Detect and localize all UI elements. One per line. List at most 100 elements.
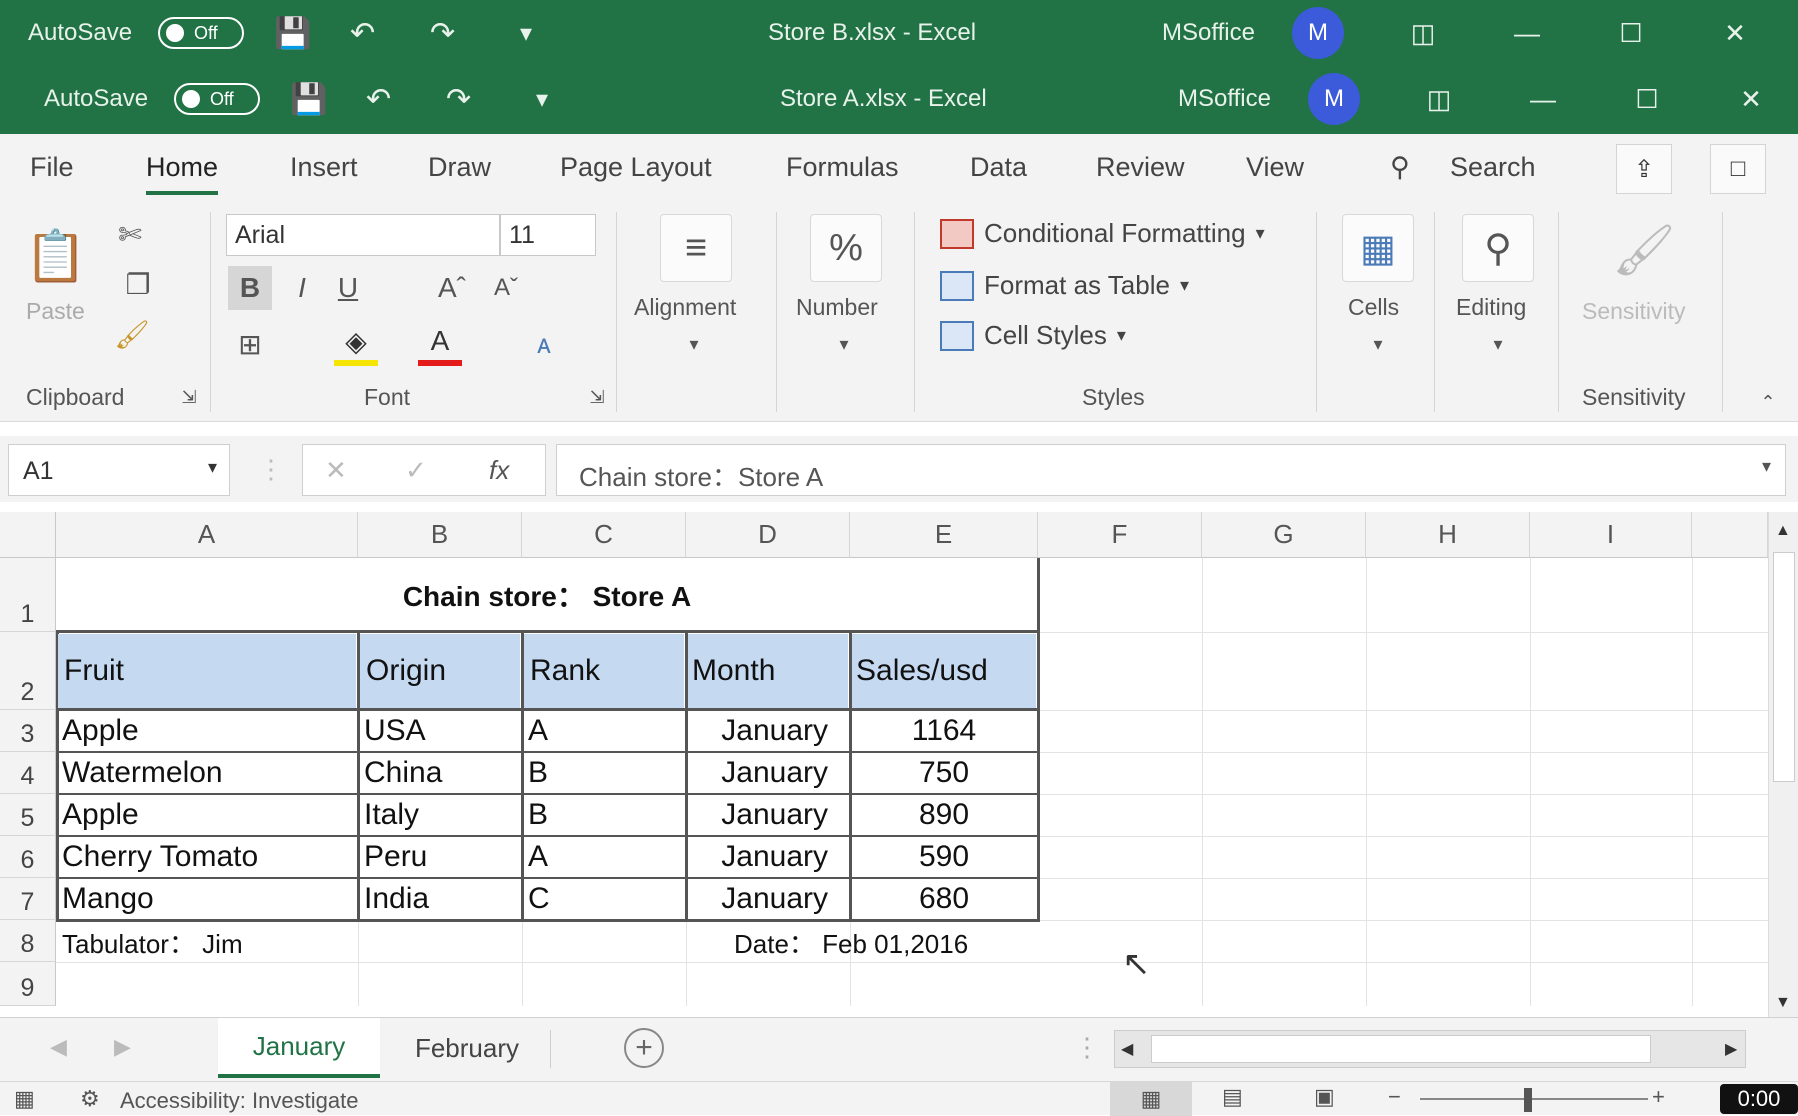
cell-a8-tabulator[interactable]: Tabulator： Jim [62, 922, 502, 962]
copy-icon[interactable]: ❐ [108, 264, 168, 304]
header-cell-sales[interactable]: Sales/usd [852, 634, 1036, 708]
tab-formulas[interactable]: Formulas [786, 152, 899, 183]
number-format-icon[interactable]: % [810, 214, 882, 282]
cell-e7[interactable]: 680 [852, 879, 1036, 919]
save-icon[interactable]: 💾 [290, 66, 327, 132]
back-window-titlebar[interactable]: AutoSave Off 💾 ↶ ↷ ▾ Store B.xlsx - Exce… [0, 0, 1798, 66]
format-painter-icon[interactable]: 🖌 [112, 314, 152, 354]
cell-b6[interactable]: Peru [364, 837, 520, 877]
cell-d6[interactable]: January [688, 837, 828, 877]
comments-icon[interactable]: □ [1710, 144, 1766, 194]
save-icon[interactable]: 💾 [274, 0, 311, 66]
cell-d4[interactable]: January [688, 753, 828, 793]
col-header-h[interactable]: H [1366, 512, 1530, 558]
tab-draw[interactable]: Draw [428, 152, 491, 183]
worksheet-grid[interactable]: A B C D E F G H I 1 2 3 4 5 6 7 8 9 Chai… [0, 512, 1798, 1017]
page-layout-view-icon[interactable]: ▤ [1222, 1084, 1243, 1110]
horizontal-scrollbar[interactable]: ◀ ▶ [1114, 1030, 1746, 1068]
row-header-5[interactable]: 5 [0, 794, 56, 836]
zoom-slider[interactable] [1420, 1098, 1648, 1100]
borders-icon[interactable]: ⊞ [228, 322, 272, 366]
conditional-formatting-button[interactable]: Conditional Formatting ▾ [940, 218, 1265, 249]
row-header-8[interactable]: 8 [0, 920, 56, 962]
editing-icon[interactable]: ⚲ [1462, 214, 1534, 282]
cell-b4[interactable]: China [364, 753, 520, 793]
macro-record-icon[interactable]: ▦ [14, 1086, 35, 1112]
col-header-e[interactable]: E [850, 512, 1038, 558]
maximize-button[interactable]: ☐ [1616, 18, 1646, 48]
accessibility-status[interactable]: Accessibility: Investigate [120, 1088, 358, 1114]
sheet-title-cell[interactable]: Chain store： Store A [56, 558, 1038, 632]
autosave-toggle[interactable]: Off [174, 83, 260, 115]
col-header-f[interactable]: F [1038, 512, 1202, 558]
cell-d5[interactable]: January [688, 795, 828, 835]
cell-e4[interactable]: 750 [852, 753, 1036, 793]
name-box[interactable]: A1 ▾ [8, 444, 230, 496]
sensitivity-label[interactable]: Sensitivity [1582, 298, 1686, 325]
horizontal-scroll-thumb[interactable] [1151, 1035, 1651, 1063]
cell-a3[interactable]: Apple [62, 711, 356, 751]
row-header-3[interactable]: 3 [0, 710, 56, 752]
front-window-titlebar[interactable]: AutoSave Off 💾 ↶ ↷ ▾ Store A.xlsx - Exce… [0, 66, 1798, 134]
underline-button[interactable]: U [328, 266, 368, 310]
minimize-button[interactable]: — [1512, 18, 1542, 48]
col-header-g[interactable]: G [1202, 512, 1366, 558]
col-header-b[interactable]: B [358, 512, 522, 558]
phonetic-icon[interactable]: ᴀ [522, 322, 566, 366]
cell-a7[interactable]: Mango [62, 879, 356, 919]
cancel-icon[interactable]: ✕ [325, 455, 347, 486]
font-launcher-icon[interactable]: ⇲ [586, 386, 608, 408]
cell-c5[interactable]: B [528, 795, 684, 835]
cells-label[interactable]: Cells [1348, 294, 1399, 321]
collapse-ribbon-icon[interactable]: ⌃ [1756, 390, 1780, 414]
add-sheet-button[interactable]: + [624, 1028, 664, 1068]
vertical-scroll-thumb[interactable] [1773, 552, 1795, 782]
cell-b3[interactable]: USA [364, 711, 520, 751]
cell-e5[interactable]: 890 [852, 795, 1036, 835]
search-box[interactable]: Search [1450, 152, 1536, 183]
header-cell-rank[interactable]: Rank [524, 634, 684, 708]
row-header-6[interactable]: 6 [0, 836, 56, 878]
cell-b7[interactable]: India [364, 879, 520, 919]
ribbon-display-icon[interactable]: ◫ [1408, 18, 1438, 48]
cell-d3[interactable]: January [688, 711, 828, 751]
cell-d7[interactable]: January [688, 879, 828, 919]
formula-input[interactable]: Chain store：Store A [556, 444, 1786, 496]
expand-formula-icon[interactable]: ▾ [1762, 456, 1771, 477]
col-header-i[interactable]: I [1530, 512, 1692, 558]
cells-icon[interactable]: ▦ [1342, 214, 1414, 282]
cell-d8-date[interactable]: Date： Feb 01,2016 [734, 922, 1034, 962]
cell-b5[interactable]: Italy [364, 795, 520, 835]
search-icon[interactable]: ⚲ [1390, 152, 1410, 183]
scroll-down-icon[interactable]: ▼ [1775, 994, 1791, 1012]
number-label[interactable]: Number [796, 294, 878, 321]
grow-font-button[interactable]: Aˆ [430, 266, 474, 310]
zoom-in-icon[interactable]: + [1652, 1084, 1665, 1110]
scroll-tabs-right-icon[interactable]: ▶ [114, 1034, 131, 1060]
cell-e6[interactable]: 590 [852, 837, 1036, 877]
minimize-button[interactable]: — [1528, 84, 1558, 114]
insert-function-button[interactable]: fx [489, 455, 509, 486]
col-header-a[interactable]: A [56, 512, 358, 558]
zoom-out-icon[interactable]: − [1388, 1084, 1401, 1110]
undo-icon[interactable]: ↶ [350, 0, 375, 66]
cell-c6[interactable]: A [528, 837, 684, 877]
col-header-d[interactable]: D [686, 512, 850, 558]
avatar[interactable]: M [1308, 73, 1360, 125]
sheet-tab-january[interactable]: January [218, 1018, 380, 1078]
alignment-label[interactable]: Alignment [634, 294, 736, 321]
share-icon[interactable]: ⇪ [1616, 144, 1672, 194]
scroll-tabs-left-icon[interactable]: ◀ [50, 1034, 67, 1060]
alignment-icon[interactable]: ≡ [660, 214, 732, 282]
redo-icon[interactable]: ↷ [430, 0, 455, 66]
row-header-2[interactable]: 2 [0, 632, 56, 710]
col-header-c[interactable]: C [522, 512, 686, 558]
tab-file[interactable]: File [30, 152, 74, 183]
select-all-corner[interactable] [0, 512, 56, 558]
font-size-select[interactable]: 11 [500, 214, 596, 256]
scroll-up-icon[interactable]: ▲ [1775, 522, 1791, 540]
close-button[interactable]: ✕ [1720, 18, 1750, 48]
cell-a5[interactable]: Apple [62, 795, 356, 835]
cell-c4[interactable]: B [528, 753, 684, 793]
maximize-button[interactable]: ☐ [1632, 84, 1662, 114]
